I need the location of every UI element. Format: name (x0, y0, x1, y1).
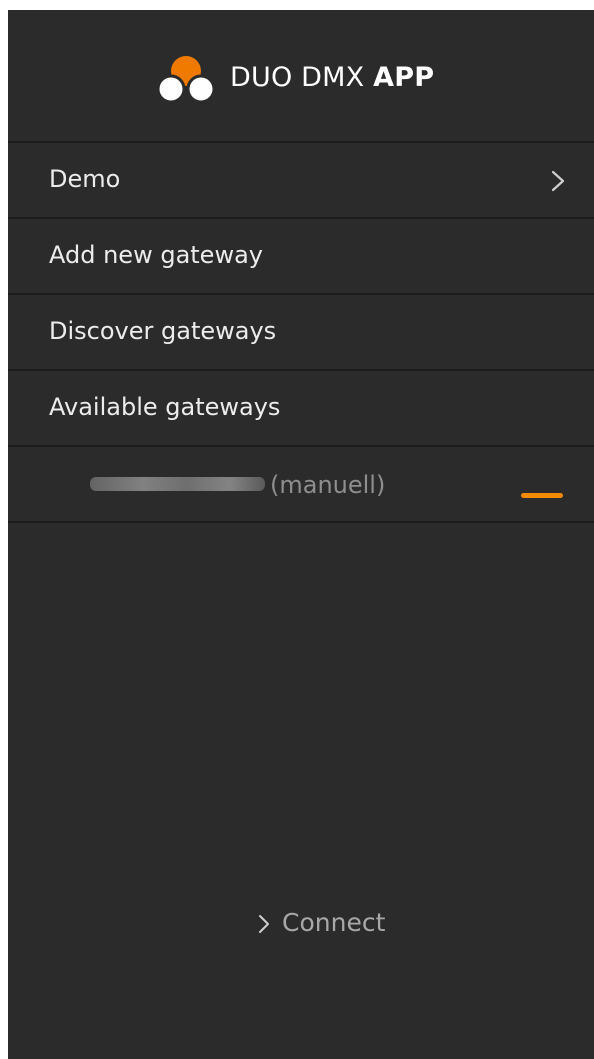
duo-dmx-logo-icon (156, 56, 216, 104)
app-header: DUO DMX APP (8, 10, 594, 143)
menu-item-label: Add new gateway (49, 241, 263, 269)
gateway-type-label: (manuell) (270, 471, 386, 499)
menu-item-label: Discover gateways (49, 317, 277, 345)
menu-item-label: Demo (49, 165, 121, 193)
gateway-list-item[interactable]: (manuell) (8, 447, 594, 523)
remove-gateway-button[interactable] (521, 488, 563, 504)
app-title-light: DUO DMX (230, 62, 374, 93)
chevron-right-icon (259, 915, 269, 933)
minus-icon (521, 493, 563, 498)
app-title: DUO DMX APP (230, 62, 434, 93)
chevron-right-icon (551, 170, 565, 192)
menu-item-label: Available gateways (49, 393, 281, 421)
gateway-name-redacted (90, 477, 265, 491)
app-screen: DUO DMX APP Demo Add new gateway Discove… (8, 10, 594, 1059)
menu-item-available-gateways: Available gateways (8, 371, 594, 447)
connect-label: Connect (282, 908, 386, 937)
menu-item-demo[interactable]: Demo (8, 143, 594, 219)
app-title-bold: APP (373, 62, 435, 93)
menu-item-discover-gateways[interactable]: Discover gateways (8, 295, 594, 371)
menu-item-add-new-gateway[interactable]: Add new gateway (8, 219, 594, 295)
